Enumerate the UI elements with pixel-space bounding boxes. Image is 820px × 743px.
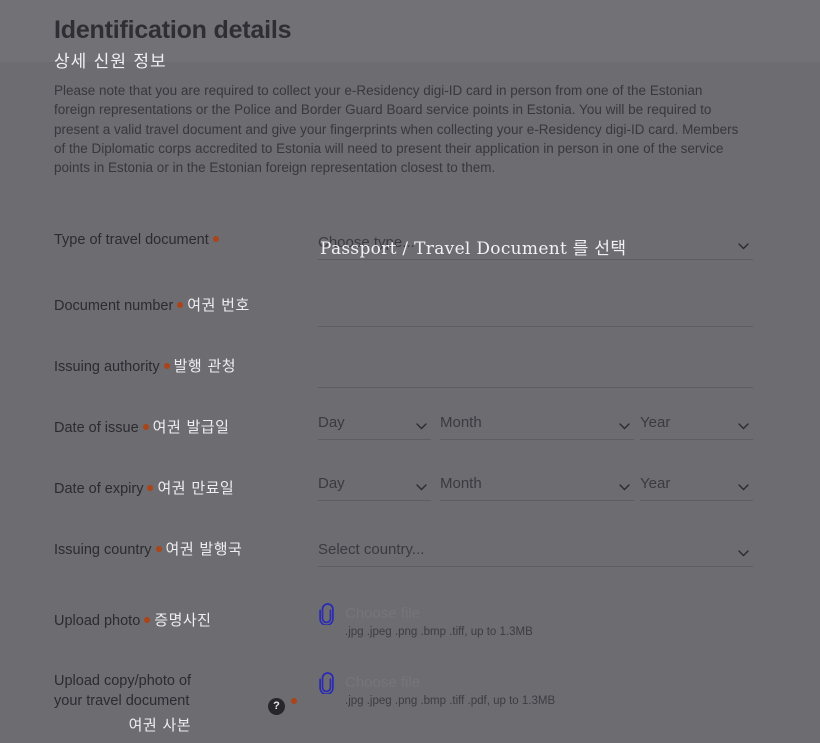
label-upload-travel-document: Upload copy/photo of your travel documen…: [0, 671, 320, 735]
field-upload-photo: Choose file .jpg .jpeg .png .bmp .tiff, …: [318, 603, 618, 647]
chevron-down-icon: [738, 241, 749, 252]
travel-document-type-annotation: Passport / Travel Document 를 선택: [320, 239, 627, 259]
required-dot-icon: [142, 424, 149, 430]
identification-details-page: Identification details 상세 신원 정보 Please n…: [0, 0, 820, 743]
label-text-korean: 여권 만료일: [157, 479, 235, 497]
upload-travel-document-choose-file-text: Choose file: [345, 674, 421, 691]
date-of-expiry-year-select[interactable]: Year: [640, 469, 753, 501]
chevron-down-icon: [738, 548, 749, 559]
day-value: Day: [318, 475, 345, 492]
label-text: Issuing authority: [54, 359, 160, 375]
label-text: Date of issue: [54, 420, 139, 436]
field-upload-travel-document: Choose file .jpg .jpeg .png .bmp .tiff .…: [318, 672, 638, 716]
row-upload-travel-document: Upload copy/photo of your travel documen…: [0, 657, 820, 737]
required-dot-icon: [144, 617, 151, 623]
required-dot-icon: [147, 485, 154, 491]
upload-photo-hint: .jpg .jpeg .png .bmp .tiff, up to 1.3MB: [345, 626, 533, 638]
label-travel-document-type: Type of travel document: [0, 230, 300, 250]
page-title: Identification details: [54, 16, 292, 44]
label-text: Date of expiry: [54, 481, 144, 497]
identification-form: Type of travel document Choose type... P…: [0, 216, 820, 737]
issuing-country-select[interactable]: Select country...: [318, 532, 753, 567]
page-title-korean: 상세 신원 정보: [54, 52, 167, 72]
date-of-expiry-month-select[interactable]: Month: [440, 469, 634, 501]
row-issuing-country: Issuing country 여권 발행국 Select country...: [0, 526, 820, 589]
date-of-issue-year-select[interactable]: Year: [640, 408, 753, 440]
row-document-number: Document number 여권 번호: [0, 282, 820, 343]
label-text: Upload photo: [54, 613, 141, 629]
chevron-down-icon: [619, 421, 630, 432]
label-text-korean: 여권 사본: [128, 716, 192, 734]
label-issuing-authority: Issuing authority 발행 관청: [0, 355, 300, 377]
issuing-authority-value: [318, 351, 753, 367]
label-issuing-country: Issuing country 여권 발행국: [0, 538, 300, 560]
chevron-down-icon: [619, 482, 630, 493]
row-issuing-authority: Issuing authority 발행 관청: [0, 343, 820, 404]
row-upload-photo: Upload photo 증명사진 Choose file .jpg .jpeg …: [0, 589, 820, 657]
label-text-line1: Upload copy/photo of: [54, 673, 192, 689]
required-dot-icon: [177, 302, 184, 308]
row-date-of-expiry: Date of expiry 여권 만료일 Day Month Year: [0, 465, 820, 526]
label-text-korean: 여권 발급일: [152, 418, 230, 436]
label-text: Issuing country: [54, 542, 152, 558]
label-text-korean: 여권 발행국: [165, 540, 243, 558]
question-mark-icon[interactable]: ?: [268, 698, 285, 715]
month-value: Month: [440, 414, 482, 431]
label-text-korean: 발행 관청: [173, 357, 237, 375]
date-of-issue-day-select[interactable]: Day: [318, 408, 431, 440]
label-text-korean: 여권 번호: [187, 296, 250, 314]
issuing-country-placeholder: Select country...: [318, 541, 425, 558]
day-value: Day: [318, 414, 345, 431]
date-of-issue-month-select[interactable]: Month: [440, 408, 634, 440]
chevron-down-icon: [738, 482, 749, 493]
field-travel-document-type: Choose type... Passport / Travel Documen…: [318, 224, 753, 260]
label-date-of-issue: Date of issue 여권 발급일: [0, 416, 300, 438]
intro-paragraph: Please note that you are required to col…: [54, 83, 739, 176]
row-travel-document-type: Type of travel document Choose type... P…: [0, 216, 820, 282]
label-text: Type of travel document: [54, 232, 209, 248]
required-dot-icon: [212, 236, 219, 242]
upload-travel-document-hint: .jpg .jpeg .png .bmp .tiff .pdf, up to 1…: [345, 695, 556, 707]
document-number-input[interactable]: [318, 290, 753, 327]
chevron-down-icon: [416, 482, 427, 493]
upload-travel-document-control[interactable]: Choose file .jpg .jpeg .png .bmp .tiff .…: [318, 672, 638, 716]
required-dot-icon: [163, 363, 170, 369]
document-number-value: [318, 290, 753, 306]
month-value: Month: [440, 475, 482, 492]
label-text-korean: 증명사진: [154, 611, 212, 629]
label-upload-photo: Upload photo 증명사진: [0, 609, 300, 631]
required-dot-icon: [291, 698, 297, 704]
label-date-of-expiry: Date of expiry 여권 만료일: [0, 477, 300, 499]
field-issuing-authority: [318, 351, 753, 388]
issuing-authority-input[interactable]: [318, 351, 753, 388]
field-issuing-country: Select country...: [318, 532, 753, 567]
upload-photo-control[interactable]: Choose file .jpg .jpeg .png .bmp .tiff, …: [318, 603, 618, 647]
row-date-of-issue: Date of issue 여권 발급일 Day Month Year: [0, 404, 820, 465]
chevron-down-icon: [416, 421, 427, 432]
paperclip-icon: [318, 603, 336, 627]
label-document-number: Document number 여권 번호: [0, 294, 300, 316]
year-value: Year: [640, 414, 671, 431]
date-of-expiry-day-select[interactable]: Day: [318, 469, 431, 501]
label-text-line2: your travel document: [54, 693, 190, 709]
upload-photo-choose-file-text: Choose file: [345, 605, 421, 622]
label-text: Document number: [54, 298, 174, 314]
year-value: Year: [640, 475, 671, 492]
chevron-down-icon: [738, 421, 749, 432]
paperclip-icon: [318, 672, 336, 696]
field-document-number: [318, 290, 753, 327]
required-dot-icon: [155, 546, 162, 552]
